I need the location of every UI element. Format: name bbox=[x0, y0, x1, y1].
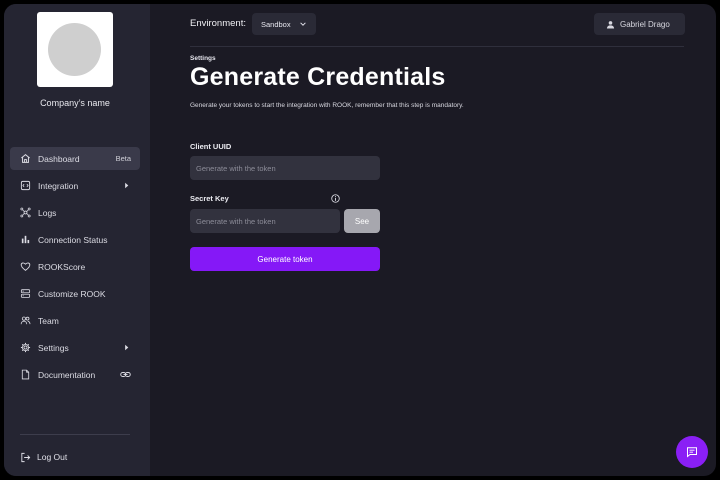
sidebar: Company’s name Dashboard Beta Integratio… bbox=[4, 4, 150, 476]
sidebar-divider bbox=[20, 434, 130, 435]
bar-chart-icon bbox=[19, 234, 31, 246]
sidebar-item-dashboard[interactable]: Dashboard Beta bbox=[10, 147, 140, 170]
sidebar-item-label: Settings bbox=[38, 342, 69, 353]
gear-icon bbox=[19, 342, 31, 354]
header-divider bbox=[190, 46, 684, 47]
sidebar-item-integration[interactable]: Integration bbox=[10, 174, 140, 197]
logo-placeholder-circle bbox=[48, 23, 101, 76]
logout-icon bbox=[21, 452, 31, 462]
logout-button[interactable]: Log Out bbox=[20, 450, 67, 464]
integration-icon bbox=[19, 180, 31, 192]
sidebar-item-label: Connection Status bbox=[38, 234, 108, 245]
sidebar-item-label: Documentation bbox=[38, 369, 96, 380]
secret-key-label: Secret Key bbox=[190, 194, 229, 203]
chat-icon bbox=[687, 447, 697, 458]
page-subtitle: Generate your tokens to start the integr… bbox=[190, 102, 464, 109]
breadcrumb: Settings bbox=[190, 55, 216, 62]
sidebar-item-logs[interactable]: Logs bbox=[10, 201, 140, 224]
client-uuid-input[interactable] bbox=[190, 156, 380, 180]
sidebar-item-label: ROOKScore bbox=[38, 261, 86, 272]
customize-icon bbox=[19, 288, 31, 300]
company-logo bbox=[37, 12, 113, 87]
sidebar-item-label: Dashboard bbox=[38, 153, 80, 164]
sidebar-nav: Dashboard Beta Integration Logs Connecti… bbox=[10, 147, 140, 390]
link-icon[interactable] bbox=[120, 363, 131, 386]
generate-token-button[interactable]: Generate token bbox=[190, 247, 380, 271]
logs-network-icon bbox=[19, 207, 31, 219]
sidebar-item-label: Customize ROOK bbox=[38, 288, 106, 299]
environment-select[interactable]: Sandbox bbox=[252, 13, 316, 35]
sidebar-item-rookscore[interactable]: ROOKScore bbox=[10, 255, 140, 278]
sidebar-item-team[interactable]: Team bbox=[10, 309, 140, 332]
home-icon bbox=[19, 153, 31, 165]
sidebar-item-label: Team bbox=[38, 315, 59, 326]
sidebar-item-label: Logs bbox=[38, 207, 57, 218]
secret-key-input[interactable] bbox=[190, 209, 340, 233]
info-icon[interactable] bbox=[331, 194, 340, 203]
company-name: Company’s name bbox=[40, 98, 110, 108]
caret-right-icon bbox=[122, 174, 131, 197]
user-icon bbox=[606, 20, 615, 29]
team-icon bbox=[19, 315, 31, 327]
sidebar-item-label: Integration bbox=[38, 180, 79, 191]
beta-badge: Beta bbox=[115, 154, 131, 163]
client-uuid-label: Client UUID bbox=[190, 142, 232, 151]
app-window: Company’s name Dashboard Beta Integratio… bbox=[4, 4, 716, 476]
environment-value: Sandbox bbox=[261, 19, 291, 29]
chevron-down-icon bbox=[300, 22, 306, 26]
user-menu-button[interactable]: Gabriel Drago bbox=[594, 13, 685, 35]
heart-icon bbox=[19, 261, 31, 273]
environment-label: Environment: bbox=[190, 18, 246, 29]
user-name: Gabriel Drago bbox=[620, 19, 670, 29]
chat-button[interactable] bbox=[676, 436, 708, 468]
see-button[interactable]: See bbox=[344, 209, 380, 233]
document-icon bbox=[19, 369, 31, 381]
logout-label: Log Out bbox=[37, 452, 68, 462]
sidebar-item-connection-status[interactable]: Connection Status bbox=[10, 228, 140, 251]
sidebar-item-documentation[interactable]: Documentation bbox=[10, 363, 140, 386]
sidebar-item-settings[interactable]: Settings bbox=[10, 336, 140, 359]
caret-right-icon bbox=[122, 336, 131, 359]
sidebar-item-customize-rook[interactable]: Customize ROOK bbox=[10, 282, 140, 305]
page-title: Generate Credentials bbox=[190, 63, 446, 91]
